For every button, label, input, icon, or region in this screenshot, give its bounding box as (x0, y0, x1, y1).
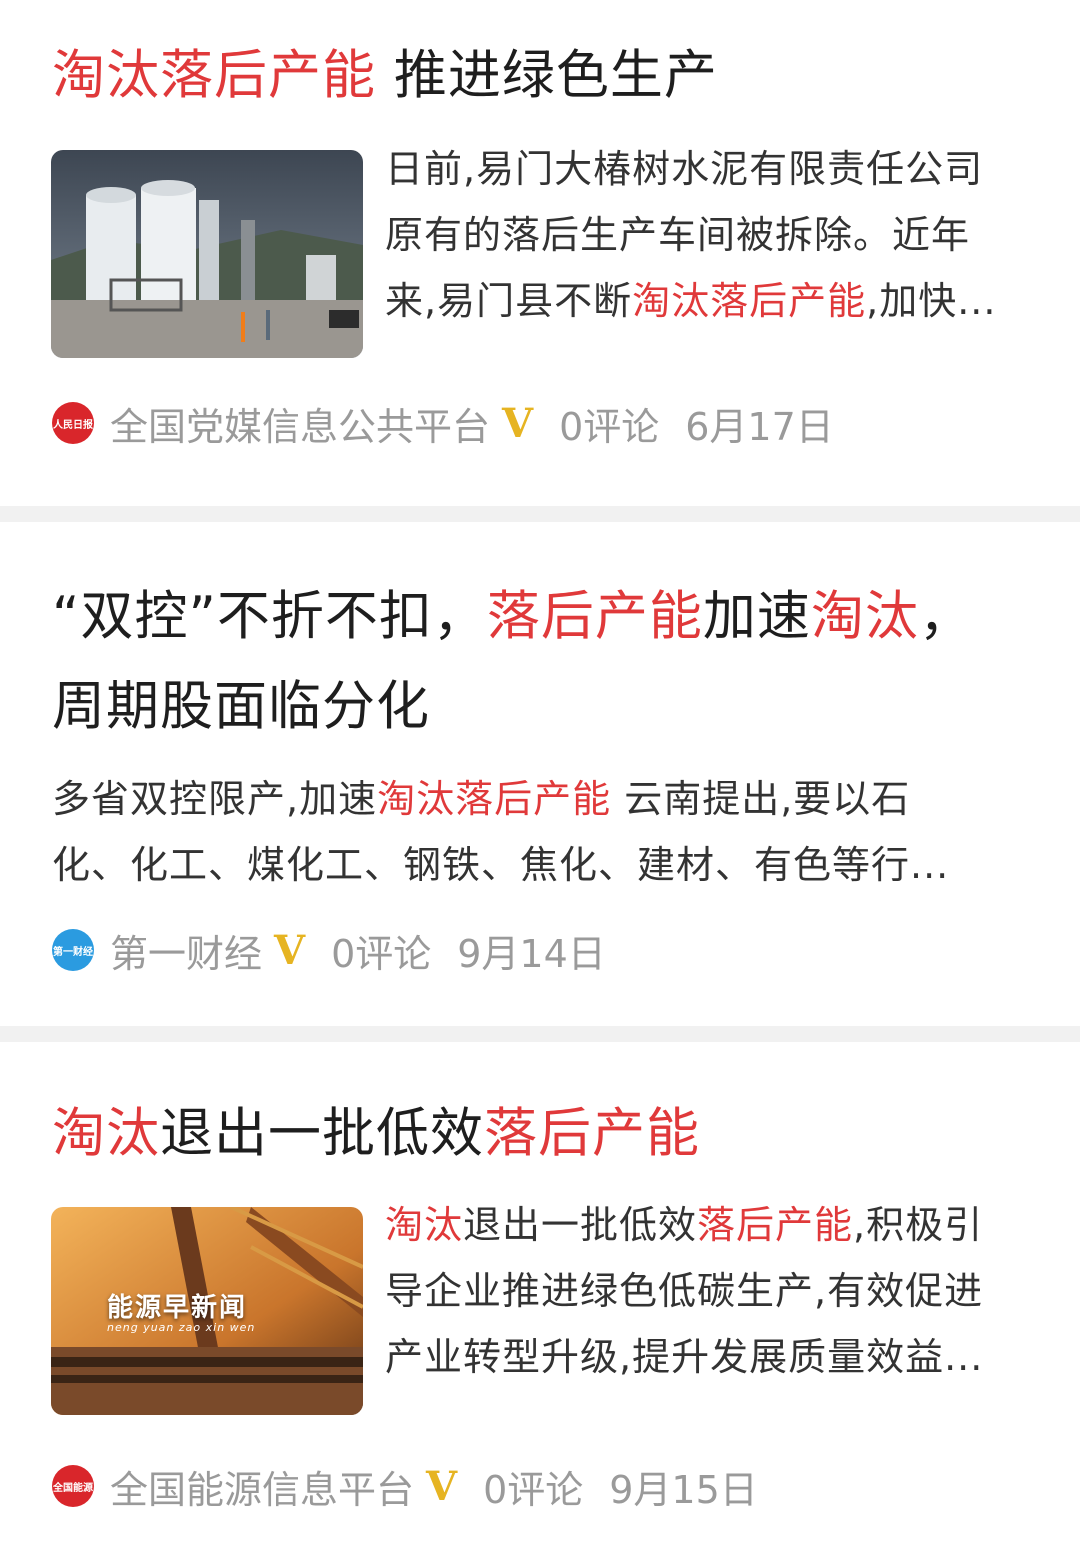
source-logo-icon: 人民日报 (52, 402, 94, 444)
text-segment: 来,易门县不断 (385, 279, 633, 323)
card-divider (0, 1026, 1080, 1042)
text-segment: “双控”不折不扣， (52, 586, 487, 647)
text-segment: ,积极引 (853, 1203, 984, 1247)
text-segment: 导企业推进绿色低碳生产,有效促进 (385, 1269, 984, 1313)
comment-count[interactable]: 0评论 (331, 923, 431, 978)
verified-badge-icon: V (426, 1462, 458, 1510)
article-summary: 淘汰退出一批低效落后产能,积极引导企业推进绿色低碳生产,有效促进 产业转型升级,提… (385, 1192, 983, 1390)
highlighted-keyword: 落后产能 (484, 1103, 700, 1164)
thumbnail-caption: 能源早新闻 (107, 1293, 248, 1323)
highlighted-keyword: 淘汰 (52, 1103, 160, 1164)
source-name[interactable]: 全国能源信息平台 (110, 1459, 414, 1514)
news-card-1[interactable]: 淘汰落后产能 推进绿色生产 日前,易门大椿树水泥有限责任公司 原有的落后生产车间被… (0, 0, 1080, 506)
card-divider (0, 506, 1080, 522)
verified-badge-icon: V (502, 399, 534, 447)
text-segment: 退出一批低效 (160, 1103, 484, 1164)
text-segment: 多省双控限产,加速 (52, 777, 378, 821)
source-logo-icon: 全国能源 (52, 1465, 94, 1507)
article-summary: 多省双控限产,加速淘汰落后产能 云南提出,要以石化、化工、煤化工、钢铁、焦化、建… (52, 766, 949, 898)
highlighted-keyword: 淘汰 (385, 1203, 464, 1247)
text-segment: 产业转型升级,提升发展质量效益... (385, 1335, 984, 1379)
text-segment: ， (918, 586, 973, 647)
publish-date: 9月15日 (609, 1467, 758, 1512)
article-meta: 人民日报 全国党媒信息公共平台 V 0评论 6月17日 (52, 399, 834, 449)
highlighted-keyword: 淘汰落后产能 (632, 279, 867, 323)
source-name[interactable]: 第一财经 (110, 923, 262, 978)
comment-count[interactable]: 0评论 (559, 396, 659, 451)
text-line: 淘汰退出一批低效落后产能,积极引 (385, 1192, 983, 1258)
text-segment: 退出一批低效 (463, 1203, 698, 1247)
highlighted-keyword: 落后产能 (486, 586, 703, 647)
text-line: “双控”不折不扣，落后产能加速淘汰， (52, 572, 973, 662)
text-segment: 日前,易门大椿树水泥有限责任公司 (385, 147, 984, 191)
article-title[interactable]: 淘汰落后产能 推进绿色生产 (52, 32, 718, 120)
text-line: 来,易门县不断淘汰落后产能,加快... (385, 268, 996, 334)
text-segment: 加速 (702, 586, 811, 647)
highlighted-keyword: 淘汰落后产能 (52, 45, 376, 106)
publish-date: 9月14日 (457, 931, 606, 976)
article-meta: 第一财经 第一财经 V 0评论 9月14日 (52, 926, 606, 976)
comment-count[interactable]: 0评论 (483, 1459, 583, 1514)
article-summary: 日前,易门大椿树水泥有限责任公司 原有的落后生产车间被拆除。近年 来,易门县不断淘汰… (385, 136, 996, 334)
text-line: 多省双控限产,加速淘汰落后产能 云南提出,要以石 (52, 766, 949, 832)
text-line: 导企业推进绿色低碳生产,有效促进 (385, 1258, 983, 1324)
source-logo-icon: 第一财经 (52, 929, 94, 971)
highlighted-keyword: 淘汰落后产能 (377, 777, 612, 821)
text-segment: ,加快... (866, 279, 997, 323)
text-line: 周期股面临分化 (52, 662, 973, 752)
text-segment: 原有的落后生产车间被拆除。近年 (385, 213, 971, 257)
thumbnail-subcaption: neng yuan zao xin wen (107, 1321, 256, 1334)
article-thumbnail[interactable]: 能源早新闻 neng yuan zao xin wen (51, 1207, 363, 1415)
highlighted-keyword: 落后产能 (697, 1203, 854, 1247)
news-card-3[interactable]: 淘汰退出一批低效落后产能 能源早新闻 neng yuan zao xin wen… (0, 1042, 1080, 1553)
article-thumbnail[interactable] (51, 150, 363, 358)
article-meta: 全国能源 全国能源信息平台 V 0评论 9月15日 (52, 1462, 758, 1512)
source-name[interactable]: 全国党媒信息公共平台 (110, 396, 490, 451)
text-segment: 云南提出,要以石 (611, 777, 911, 821)
text-segment: 化、化工、煤化工、钢铁、焦化、建材、有色等行... (52, 843, 950, 887)
text-line: 原有的落后生产车间被拆除。近年 (385, 202, 996, 268)
news-card-2[interactable]: “双控”不折不扣，落后产能加速淘汰， 周期股面临分化 多省双控限产,加速淘汰落后产… (0, 522, 1080, 1026)
text-segment: 周期股面临分化 (52, 676, 430, 737)
article-title[interactable]: “双控”不折不扣，落后产能加速淘汰， 周期股面临分化 (52, 572, 973, 752)
publish-date: 6月17日 (685, 404, 834, 449)
highlighted-keyword: 淘汰 (810, 586, 919, 647)
article-title[interactable]: 淘汰退出一批低效落后产能 (52, 1090, 700, 1178)
text-line: 化、化工、煤化工、钢铁、焦化、建材、有色等行... (52, 832, 949, 898)
text-segment: 推进绿色生产 (376, 45, 718, 106)
text-line: 产业转型升级,提升发展质量效益... (385, 1324, 983, 1390)
verified-badge-icon: V (274, 926, 306, 974)
text-line: 日前,易门大椿树水泥有限责任公司 (385, 136, 996, 202)
